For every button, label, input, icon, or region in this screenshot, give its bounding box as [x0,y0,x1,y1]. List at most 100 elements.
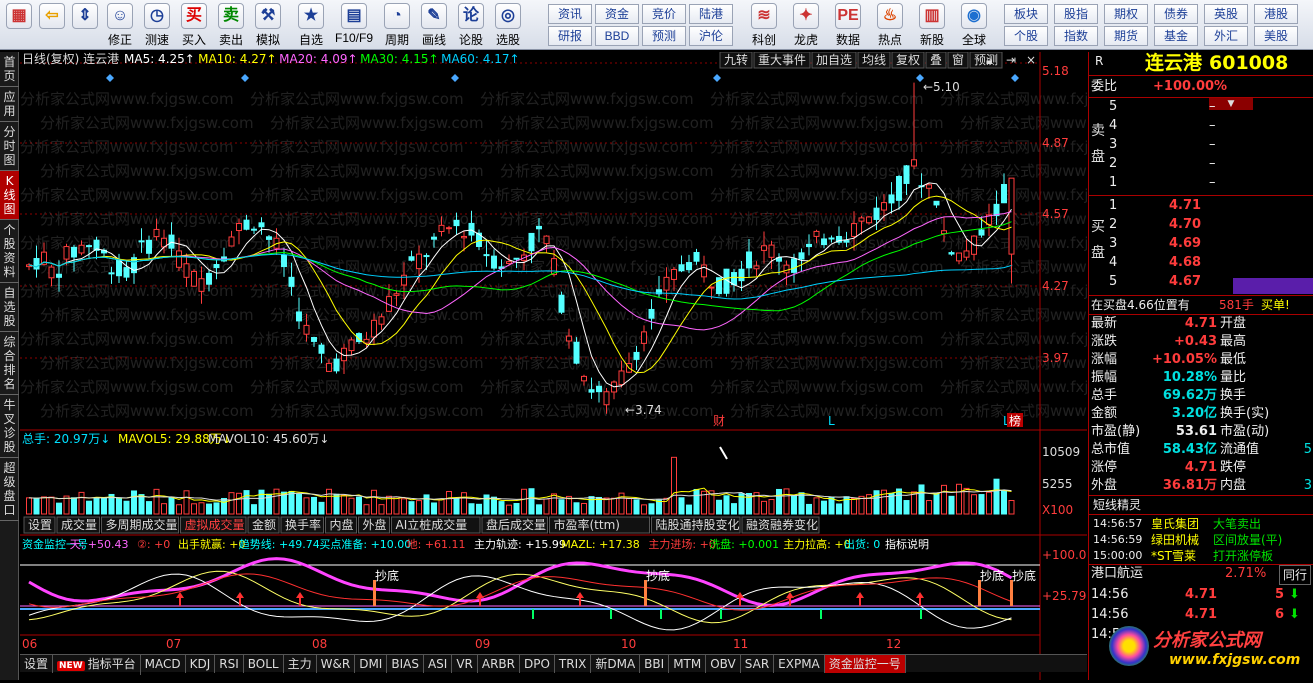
toolbar-market-button[interactable]: 美股 [1254,26,1298,46]
toolbar-dragon-button[interactable]: ✦ 龙虎 [786,3,826,47]
toolbar-grid-button[interactable]: ▦ [4,3,34,47]
event-diamond-icon[interactable] [1011,74,1019,82]
bottom-tab[interactable]: ASI [424,655,453,673]
toolbar-market-button[interactable]: 股指 [1054,4,1098,24]
toolbar-draw-button[interactable]: ✎ 画线 [417,3,451,47]
toolbar-market-button[interactable]: 债券 [1154,4,1198,24]
toolbar-pick-button[interactable]: ◎ 选股 [491,3,525,47]
bottom-tab[interactable]: 主力 [284,655,317,673]
toolbar-market-button[interactable]: 英股 [1204,4,1248,24]
sidebar-tab-5[interactable]: 自选股 [0,283,19,332]
buy-level-row[interactable]: 4 4.68 [1089,254,1313,272]
event-diamond-icon[interactable] [106,74,114,82]
toolbar-selfsel-button[interactable]: ★ 自选 [294,3,328,47]
bottom-tab[interactable]: VR [452,655,478,673]
bottom-tab[interactable]: BBI [640,655,670,673]
bottom-tab[interactable]: KDJ [186,655,216,673]
toolbar-small-button[interactable]: 竞价 [642,4,686,24]
fund-monitor-chart[interactable]: 抄底 抄底 抄底 抄底 [20,557,1040,631]
sell-level-row[interactable]: 5– [1089,98,1313,116]
toolbar-small-button[interactable]: 研报 [548,26,592,46]
bottom-tab[interactable]: MACD [141,655,186,673]
bottom-tab[interactable]: BOLL [244,655,284,673]
toolbar-label: 选股 [495,33,520,47]
chart-svg[interactable]: 分析家公式网www.fxjgsw.com 分析家公式网www.fxjgsw.com… [20,51,1174,680]
toolbar-small-button[interactable]: 资金 [595,4,639,24]
sidebar-tab-0[interactable]: 首页 [0,52,19,87]
sidebar-tab-3[interactable]: K线图 [0,171,19,220]
bottom-tab[interactable]: OBV [706,655,741,673]
volume-bars[interactable] [26,456,1015,515]
toolbar-test-button[interactable]: ◷ 测速 [140,3,174,47]
indicator-value-13[interactable]: 指标说明 [885,537,929,551]
expand-icon[interactable]: ⇥ [1006,53,1016,67]
toolbar-market-button[interactable]: 外汇 [1204,26,1248,46]
bottom-tab[interactable]: BIAS [387,655,424,673]
sidebar-tab-8[interactable]: 超级盘口 [0,458,19,521]
toolbar-buy-button[interactable]: 买买入 [177,3,211,47]
bottom-tab[interactable]: TRIX [555,655,592,673]
toolbar-fix-button[interactable]: ☺ 修正 [103,3,137,47]
bottom-tab[interactable]: NEW 指标平台 [53,655,141,675]
toolbar-f10-button[interactable]: ▤ F10/F9 [331,3,377,47]
toolbar-market-button[interactable]: 港股 [1254,4,1298,24]
bottom-tab[interactable]: ARBR [478,655,520,673]
event-mark[interactable]: 财 [713,414,725,428]
toolbar-market-button[interactable]: 基金 [1154,26,1198,46]
close-icon[interactable]: × [1026,53,1036,67]
toolbar-market-button[interactable]: 期货 [1104,26,1148,46]
event-diamond-icon[interactable] [241,74,249,82]
event-diamond-icon[interactable] [713,74,721,82]
toolbar-sell-button[interactable]: 卖卖出 [214,3,248,47]
sell-level-row[interactable]: 2– [1089,155,1313,173]
toolbar-period-button[interactable]: ◔ 周期 [380,3,414,47]
toolbar-updown-button[interactable]: ⇕ [70,3,100,47]
bottom-tab[interactable]: EXPMA [774,655,825,673]
toolbar-fire-button[interactable]: ♨ 热点 [870,3,910,47]
event-mark[interactable]: 榜 [1009,413,1021,428]
buy-level-row[interactable]: 3 4.69 [1089,235,1313,253]
event-diamond-icon[interactable] [451,74,459,82]
bottom-tab[interactable]: SAR [741,655,775,673]
bottom-tab[interactable]: RSI [215,655,244,673]
toolbar-market-button[interactable]: 板块 [1004,4,1048,24]
toolbar-small-button[interactable]: BBD [595,26,639,46]
toolbar-forum-button[interactable]: 论论股 [454,3,488,47]
candle-body [258,222,265,228]
industry-row[interactable]: 港口航运 2.71% 同行 [1089,565,1313,585]
sidebar-tab-6[interactable]: 综合排名 [0,332,19,395]
toolbar-chart-button[interactable]: ≋ 科创 [744,3,784,47]
toolbar-sim-button[interactable]: ⚒ 模拟 [251,3,285,47]
toolbar-newstock-button[interactable]: ▥ 新股 [912,3,952,47]
bottom-tab-label: BOLL [247,657,279,671]
sidebar-tab-4[interactable]: 个股资料 [0,220,19,283]
buy-level-row[interactable]: 1 4.71 [1089,197,1313,215]
sell-level-row[interactable]: 3– [1089,136,1313,154]
toolbar-market-button[interactable]: 个股 [1004,26,1048,46]
bottom-tab[interactable]: 新DMA [591,655,641,673]
toolbar-small-button[interactable]: 资讯 [548,4,592,24]
toolbar-small-button[interactable]: 陆港 [689,4,733,24]
bottom-tab[interactable]: MTM [669,655,707,673]
toolbar-small-button[interactable]: 沪伦 [689,26,733,46]
toolbar-globe-button[interactable]: ◉ 全球 [954,3,994,47]
event-mark[interactable]: L [828,414,835,428]
bottom-tab[interactable]: 资金监控一号 [824,655,906,673]
sidebar-tab-2[interactable]: 分时图 [0,122,19,171]
toolbar-market-button[interactable]: 指数 [1054,26,1098,46]
elf-item[interactable]: 15:00:00 *ST雪莱 打开涨停板 [1089,547,1313,565]
sidebar-tab-1[interactable]: 应用 [0,87,19,122]
sell-level-row[interactable]: 1– [1089,174,1313,192]
bottom-tab[interactable]: 设置 [20,655,54,673]
lock-icon[interactable]: 🔒︎ [986,53,992,67]
buy-level-row[interactable]: 2 4.70 [1089,216,1313,234]
bottom-tab[interactable]: W&R [317,655,356,673]
toolbar-small-button[interactable]: 预测 [642,26,686,46]
bottom-tab[interactable]: DPO [520,655,555,673]
sidebar-tab-7[interactable]: 牛叉诊股 [0,395,19,458]
toolbar-pe-button[interactable]: PE 数据 [828,3,868,47]
toolbar-back-button[interactable]: ⇦ [37,3,67,47]
bottom-tab[interactable]: DMI [355,655,388,673]
toolbar-market-button[interactable]: 期权 [1104,4,1148,24]
sell-level-row[interactable]: 4– [1089,117,1313,135]
